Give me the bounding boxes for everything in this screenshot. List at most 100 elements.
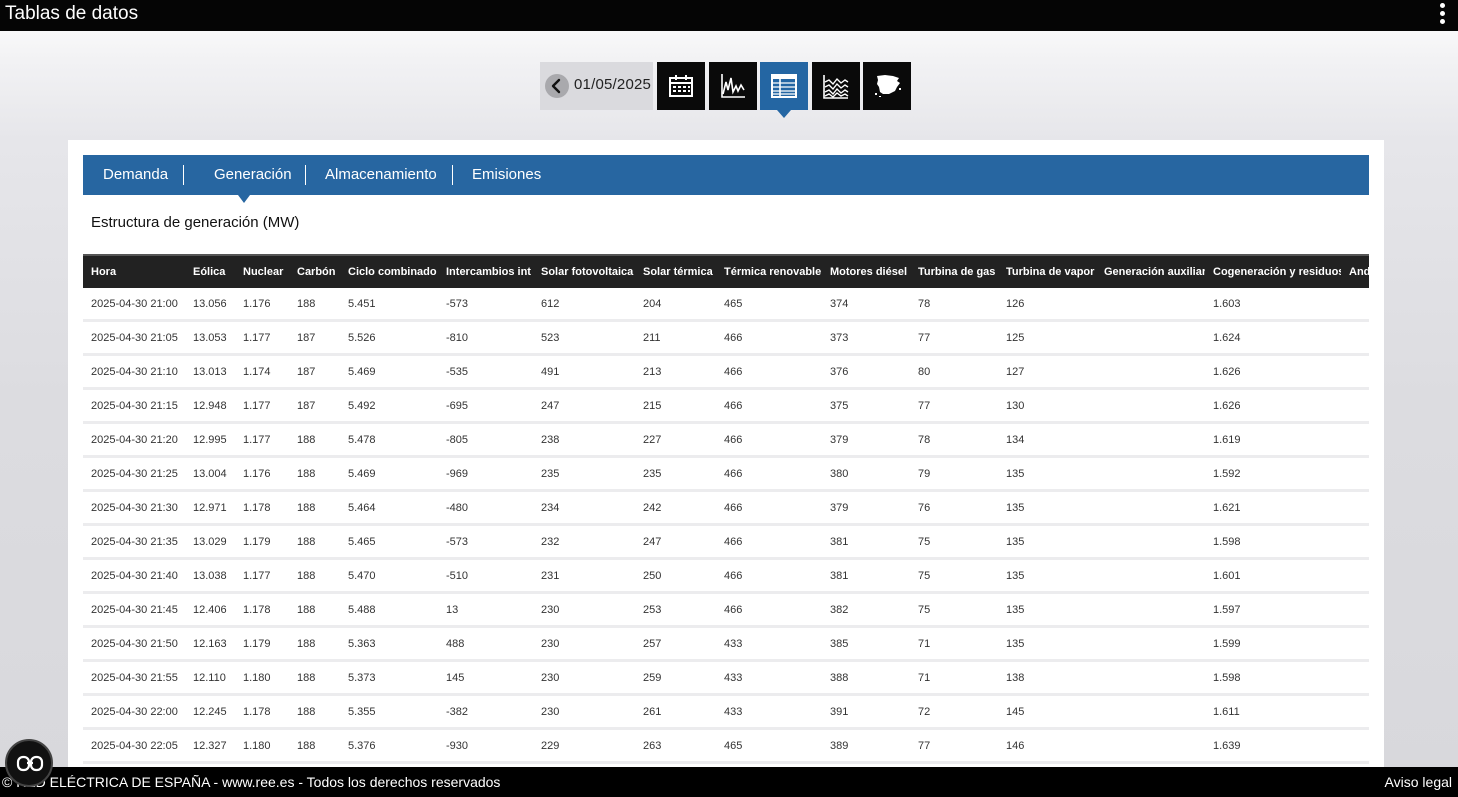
column-header[interactable]: Intercambios int bbox=[438, 254, 533, 288]
table-cell: 1.597 bbox=[1205, 592, 1341, 628]
table-cell: 433 bbox=[716, 694, 822, 730]
table-cell: 5.451 bbox=[340, 288, 438, 322]
table-cell: 130 bbox=[998, 388, 1096, 424]
table-cell bbox=[1096, 456, 1205, 492]
tab-generacion[interactable]: Generación bbox=[214, 166, 292, 183]
table-cell: 374 bbox=[822, 288, 910, 322]
column-header[interactable]: Hora bbox=[83, 254, 185, 288]
table-cell: 1.603 bbox=[1205, 288, 1341, 322]
table-cell: 230 bbox=[533, 626, 635, 662]
table-cell: 12.327 bbox=[185, 728, 235, 764]
table-cell bbox=[1341, 558, 1369, 594]
table-cell: 2025-04-30 21:55 bbox=[83, 660, 185, 696]
table-cell: 135 bbox=[998, 490, 1096, 526]
column-header[interactable]: And bbox=[1341, 254, 1369, 288]
table-view-button[interactable] bbox=[760, 62, 808, 118]
table-cell: 466 bbox=[716, 320, 822, 356]
table-cell: 247 bbox=[533, 388, 635, 424]
selected-date[interactable]: 01/05/2025 bbox=[574, 76, 651, 93]
more-options-icon[interactable] bbox=[1436, 1, 1448, 27]
table-cell: 77 bbox=[910, 728, 998, 764]
table-cell: 75 bbox=[910, 592, 998, 628]
column-header[interactable]: Térmica renovable bbox=[716, 254, 822, 288]
table-cell bbox=[1096, 288, 1205, 322]
column-header[interactable]: Eólica bbox=[185, 254, 235, 288]
table-cell: 5.469 bbox=[340, 354, 438, 390]
table-cell: 1.598 bbox=[1205, 660, 1341, 696]
table-row: 2025-04-30 21:05 13.053 1.177 187 5.526 -810 5… bbox=[83, 320, 1369, 356]
table-cell: 433 bbox=[716, 660, 822, 696]
generation-table-container[interactable]: Hora Eólica Nuclear Carbón Ciclo combinado In… bbox=[83, 254, 1369, 780]
table-cell: 2025-04-30 21:50 bbox=[83, 626, 185, 662]
table-cell: 187 bbox=[289, 388, 340, 424]
table-cell: 247 bbox=[635, 524, 716, 560]
column-header[interactable]: Turbina de gas bbox=[910, 254, 998, 288]
table-cell: 5.464 bbox=[340, 490, 438, 526]
table-row: 2025-04-30 21:50 12.163 1.179 188 5.363 488 23… bbox=[83, 626, 1369, 662]
table-cell: 1.179 bbox=[235, 524, 289, 560]
table-cell: 12.971 bbox=[185, 490, 235, 526]
table-cell: 215 bbox=[635, 388, 716, 424]
column-header[interactable]: Cogeneración y residuos bbox=[1205, 254, 1341, 288]
table-cell: 204 bbox=[635, 288, 716, 322]
map-view-button[interactable] bbox=[863, 62, 911, 110]
table-cell: 1.180 bbox=[235, 728, 289, 764]
line-chart-button[interactable] bbox=[709, 62, 757, 110]
column-header[interactable]: Solar térmica bbox=[635, 254, 716, 288]
table-cell: 465 bbox=[716, 728, 822, 764]
table-cell: -480 bbox=[438, 490, 533, 526]
table-cell: 2025-04-30 21:10 bbox=[83, 354, 185, 390]
table-cell: 1.178 bbox=[235, 592, 289, 628]
table-cell: 5.469 bbox=[340, 456, 438, 492]
column-header[interactable]: Turbina de vapor bbox=[998, 254, 1096, 288]
previous-day-button[interactable] bbox=[545, 74, 569, 98]
column-header[interactable]: Carbón bbox=[289, 254, 340, 288]
tab-emisiones[interactable]: Emisiones bbox=[472, 166, 541, 183]
column-header[interactable]: Solar fotovoltaica bbox=[533, 254, 635, 288]
table-cell bbox=[1096, 422, 1205, 458]
table-row: 2025-04-30 22:05 12.327 1.180 188 5.376 -930 2… bbox=[83, 728, 1369, 764]
app-title: Tablas de datos bbox=[5, 3, 139, 24]
table-cell: 72 bbox=[910, 694, 998, 730]
column-header[interactable]: Ciclo combinado bbox=[340, 254, 438, 288]
table-cell: 5.470 bbox=[340, 558, 438, 594]
tab-demanda[interactable]: Demanda bbox=[103, 166, 168, 183]
table-cell bbox=[1341, 490, 1369, 526]
table-cell: 188 bbox=[289, 626, 340, 662]
column-header[interactable]: Nuclear bbox=[235, 254, 289, 288]
table-cell: -930 bbox=[438, 728, 533, 764]
table-cell: 491 bbox=[533, 354, 635, 390]
tab-almacenamiento[interactable]: Almacenamiento bbox=[325, 166, 437, 183]
table-cell: 381 bbox=[822, 558, 910, 594]
table-cell: 523 bbox=[533, 320, 635, 356]
table-row: 2025-04-30 21:20 12.995 1.177 188 5.478 -805 2… bbox=[83, 422, 1369, 458]
table-cell: 1.621 bbox=[1205, 490, 1341, 526]
table-cell: 230 bbox=[533, 694, 635, 730]
table-cell: 211 bbox=[635, 320, 716, 356]
table-cell: 235 bbox=[635, 456, 716, 492]
column-header[interactable]: Generación auxiliar bbox=[1096, 254, 1205, 288]
table-cell: 385 bbox=[822, 626, 910, 662]
table-cell: 612 bbox=[533, 288, 635, 322]
table-cell: 146 bbox=[998, 728, 1096, 764]
table-cell: 1.611 bbox=[1205, 694, 1341, 730]
stacked-area-chart-button[interactable] bbox=[812, 62, 860, 110]
table-cell: 5.492 bbox=[340, 388, 438, 424]
table-cell bbox=[1341, 694, 1369, 730]
accessibility-button[interactable] bbox=[5, 739, 53, 787]
column-header[interactable]: Motores diésel bbox=[822, 254, 910, 288]
table-cell: 188 bbox=[289, 456, 340, 492]
legal-notice-link[interactable]: Aviso legal bbox=[1385, 774, 1452, 790]
line-chart-icon bbox=[721, 74, 745, 98]
table-cell: 1.177 bbox=[235, 320, 289, 356]
calendar-button[interactable] bbox=[657, 62, 705, 110]
table-cell: 13.038 bbox=[185, 558, 235, 594]
date-selector[interactable]: 01/05/2025 bbox=[540, 62, 653, 110]
table-cell: -573 bbox=[438, 524, 533, 560]
table-cell: 80 bbox=[910, 354, 998, 390]
calendar-icon bbox=[669, 75, 693, 97]
table-cell: 2025-04-30 21:00 bbox=[83, 288, 185, 322]
table-cell: 2025-04-30 22:05 bbox=[83, 728, 185, 764]
table-cell: 13.013 bbox=[185, 354, 235, 390]
table-cell: 135 bbox=[998, 524, 1096, 560]
